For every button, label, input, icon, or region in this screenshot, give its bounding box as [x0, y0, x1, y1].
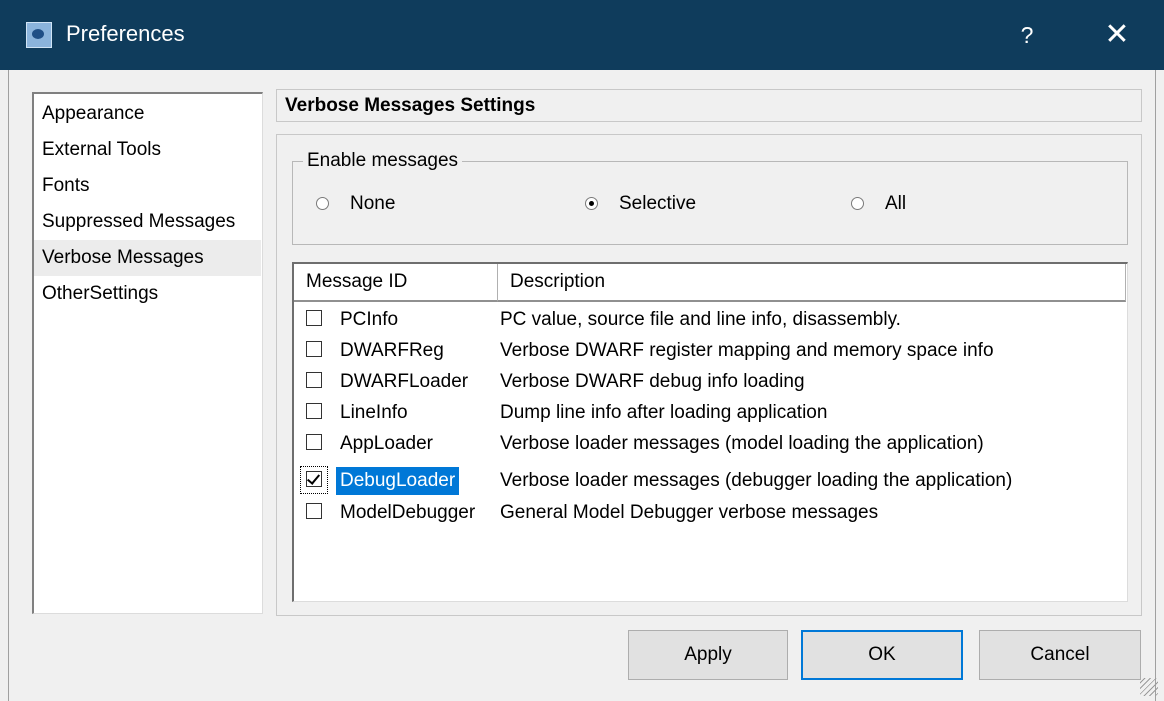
message-id-cell[interactable]: AppLoader: [336, 430, 437, 458]
row-checkbox-checked[interactable]: [306, 471, 322, 487]
description-cell[interactable]: Verbose DWARF register mapping and memor…: [500, 337, 994, 365]
nav-item-other-settings[interactable]: OtherSettings: [34, 276, 261, 312]
message-id-cell[interactable]: PCInfo: [336, 306, 402, 334]
row-checkbox[interactable]: [306, 403, 322, 419]
radio-none-indicator[interactable]: [316, 197, 329, 210]
close-button[interactable]: ✕: [1094, 14, 1140, 56]
section-title: Verbose Messages Settings: [285, 95, 536, 116]
radio-none[interactable]: None: [316, 193, 436, 219]
row-checkbox[interactable]: [306, 372, 322, 388]
enable-messages-legend: Enable messages: [303, 150, 463, 172]
table-row[interactable]: DWARFReg Verbose DWARF register mapping …: [294, 337, 1127, 367]
message-id-cell[interactable]: ModelDebugger: [336, 499, 479, 527]
table-row[interactable]: LineInfo Dump line info after loading ap…: [294, 399, 1127, 429]
ok-button[interactable]: OK: [801, 630, 963, 680]
radio-selective-indicator[interactable]: [585, 197, 598, 210]
apply-button[interactable]: Apply: [628, 630, 788, 680]
table-row[interactable]: PCInfo PC value, source file and line in…: [294, 306, 1127, 336]
row-checkbox[interactable]: [306, 341, 322, 357]
radio-selective-label[interactable]: Selective: [619, 193, 696, 215]
radio-all-indicator[interactable]: [851, 197, 864, 210]
radio-all[interactable]: All: [851, 193, 931, 219]
table-row[interactable]: ModelDebugger General Model Debugger ver…: [294, 499, 1127, 529]
message-id-cell[interactable]: LineInfo: [336, 399, 412, 427]
help-button[interactable]: ?: [1010, 16, 1044, 54]
section-header: Verbose Messages Settings: [276, 89, 1142, 122]
radio-none-label[interactable]: None: [350, 193, 395, 215]
window-title: Preferences: [66, 21, 185, 46]
description-cell[interactable]: Verbose loader messages (model loading t…: [500, 430, 984, 458]
table-row[interactable]: DWARFLoader Verbose DWARF debug info loa…: [294, 368, 1127, 398]
description-cell[interactable]: Verbose loader messages (debugger loadin…: [500, 467, 1012, 495]
radio-all-label[interactable]: All: [885, 193, 906, 215]
table-row-selected[interactable]: DebugLoader Verbose loader messages (deb…: [294, 466, 1127, 497]
table-row[interactable]: AppLoader Verbose loader messages (model…: [294, 430, 1127, 460]
app-icon: [26, 22, 52, 48]
resize-grip-icon[interactable]: [1140, 678, 1158, 696]
description-cell[interactable]: Dump line info after loading application: [500, 399, 827, 427]
nav-item-external-tools[interactable]: External Tools: [34, 132, 261, 168]
row-checkbox[interactable]: [306, 503, 322, 519]
description-cell[interactable]: Verbose DWARF debug info loading: [500, 368, 805, 396]
message-id-cell[interactable]: DWARFReg: [336, 337, 448, 365]
verbose-messages-table[interactable]: Message ID Description PCInfo PC value, …: [292, 262, 1128, 602]
row-checkbox[interactable]: [306, 310, 322, 326]
nav-item-suppressed-messages[interactable]: Suppressed Messages: [34, 204, 261, 240]
column-header-message-id[interactable]: Message ID: [294, 264, 498, 302]
nav-item-appearance[interactable]: Appearance: [34, 96, 261, 132]
nav-item-fonts[interactable]: Fonts: [34, 168, 261, 204]
message-id-cell[interactable]: DWARFLoader: [336, 368, 472, 396]
radio-selective[interactable]: Selective: [585, 193, 735, 219]
row-checkbox[interactable]: [306, 434, 322, 450]
description-cell[interactable]: PC value, source file and line info, dis…: [500, 306, 901, 334]
message-id-cell-selected[interactable]: DebugLoader: [336, 467, 460, 495]
preferences-category-list[interactable]: Appearance External Tools Fonts Suppress…: [32, 92, 263, 614]
nav-item-verbose-messages[interactable]: Verbose Messages: [34, 240, 261, 276]
column-header-description[interactable]: Description: [498, 264, 1126, 302]
description-cell[interactable]: General Model Debugger verbose messages: [500, 499, 878, 527]
title-bar[interactable]: Preferences ? ✕: [0, 0, 1164, 70]
cancel-button[interactable]: Cancel: [979, 630, 1141, 680]
